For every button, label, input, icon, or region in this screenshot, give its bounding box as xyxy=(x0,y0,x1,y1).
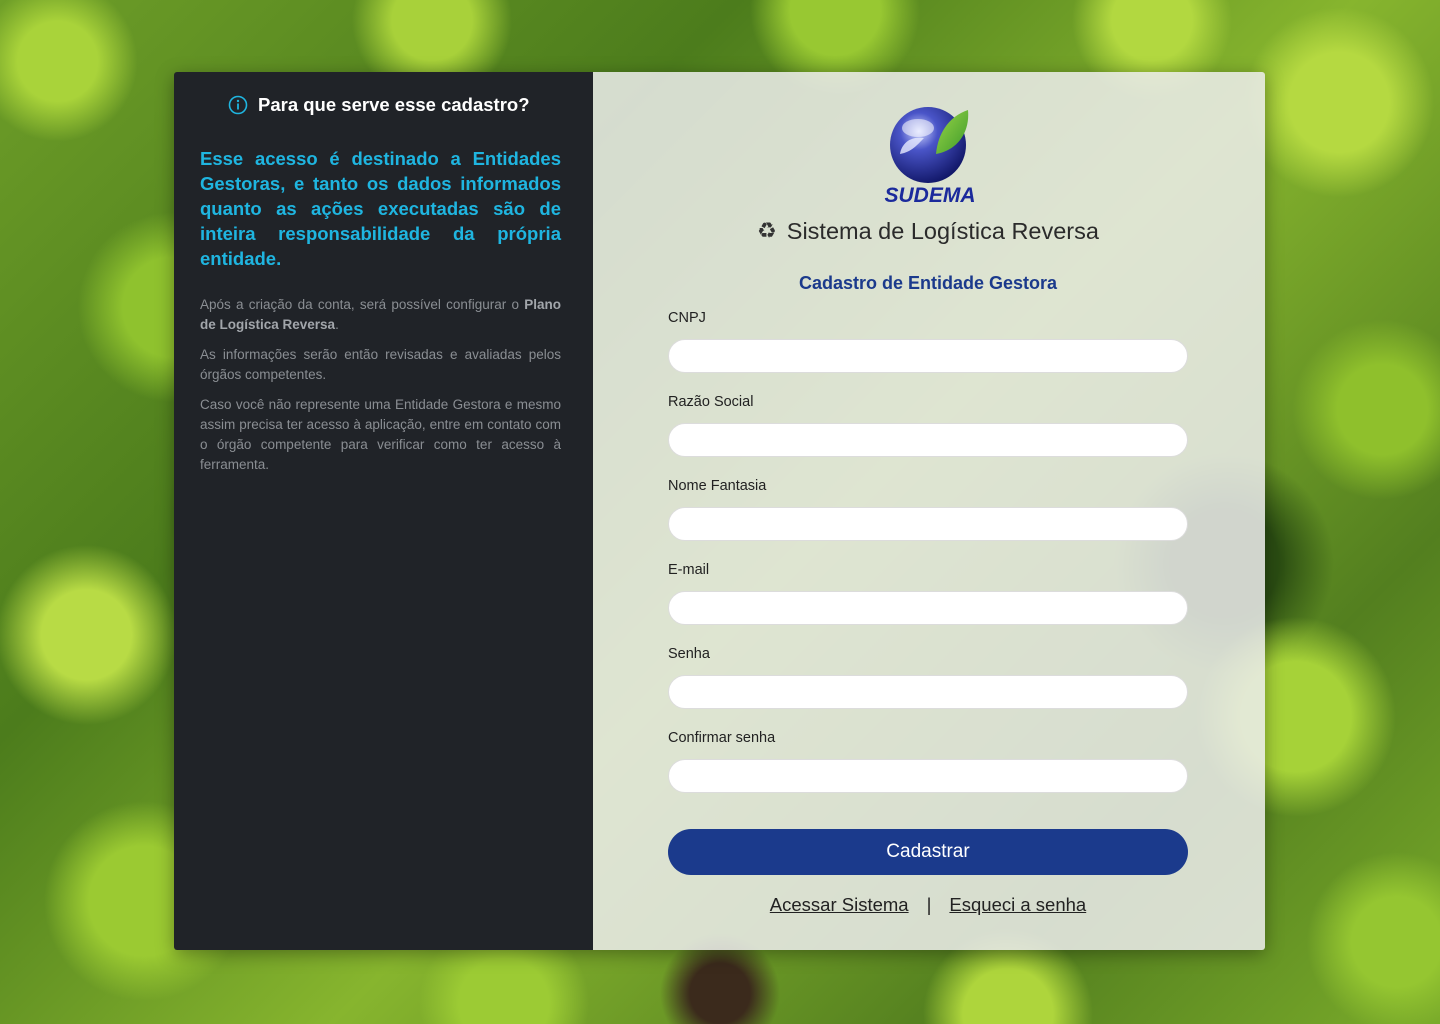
link-separator: | xyxy=(926,894,932,915)
cnpj-label: CNPJ xyxy=(668,310,706,326)
recycle-icon: ♻ xyxy=(757,219,777,244)
footer-links: Acessar Sistema | Esqueci a senha xyxy=(668,894,1188,916)
razao-social-input[interactable] xyxy=(668,423,1188,457)
nome-fantasia-field-group: Nome Fantasia xyxy=(668,478,1188,541)
logo-text: SUDEMA xyxy=(884,184,975,206)
email-label: E-mail xyxy=(668,562,710,578)
sudema-logo: SUDEMA xyxy=(878,102,982,207)
email-field-group: E-mail xyxy=(668,562,1188,625)
info-lead-text: Esse acesso é destinado a Entidades Gest… xyxy=(200,148,561,269)
nome-fantasia-label: Nome Fantasia xyxy=(668,478,767,494)
forgot-password-link[interactable]: Esqueci a senha xyxy=(949,894,1086,915)
app-title: ♻ Sistema de Logística Reversa xyxy=(668,218,1188,245)
app-title-text: Sistema de Logística Reversa xyxy=(786,218,1099,244)
razao-social-label: Razão Social xyxy=(668,394,754,410)
info-paragraph-contact: Caso você não represente uma Entidade Ge… xyxy=(200,397,561,472)
info-paragraph-plan: Após a criação da conta, será possível c… xyxy=(200,297,561,332)
password-label: Senha xyxy=(668,646,710,662)
cnpj-field-group: CNPJ xyxy=(668,310,1188,373)
nome-fantasia-input[interactable] xyxy=(668,507,1188,541)
password-input[interactable] xyxy=(668,675,1188,709)
submit-button[interactable]: Cadastrar xyxy=(668,829,1188,875)
registration-card: Para que serve esse cadastro? Esse acess… xyxy=(174,72,1265,950)
info-header: Para que serve esse cadastro? xyxy=(200,92,561,118)
form-subtitle: Cadastro de Entidade Gestora xyxy=(798,273,1058,293)
confirm-password-input[interactable] xyxy=(668,759,1188,793)
info-paragraph-review: As informações serão então revisadas e a… xyxy=(200,347,561,382)
cnpj-input[interactable] xyxy=(668,339,1188,373)
info-icon xyxy=(228,95,248,115)
confirm-password-label: Confirmar senha xyxy=(668,730,776,746)
form-panel: SUDEMA ♻ Sistema de Logística Reversa Ca… xyxy=(593,72,1265,950)
razao-social-field-group: Razão Social xyxy=(668,394,1188,457)
password-field-group: Senha xyxy=(668,646,1188,709)
login-link[interactable]: Acessar Sistema xyxy=(770,894,909,915)
info-panel: Para que serve esse cadastro? Esse acess… xyxy=(174,72,593,950)
email-input[interactable] xyxy=(668,591,1188,625)
confirm-password-field-group: Confirmar senha xyxy=(668,730,1188,793)
info-title: Para que serve esse cadastro? xyxy=(258,94,530,115)
